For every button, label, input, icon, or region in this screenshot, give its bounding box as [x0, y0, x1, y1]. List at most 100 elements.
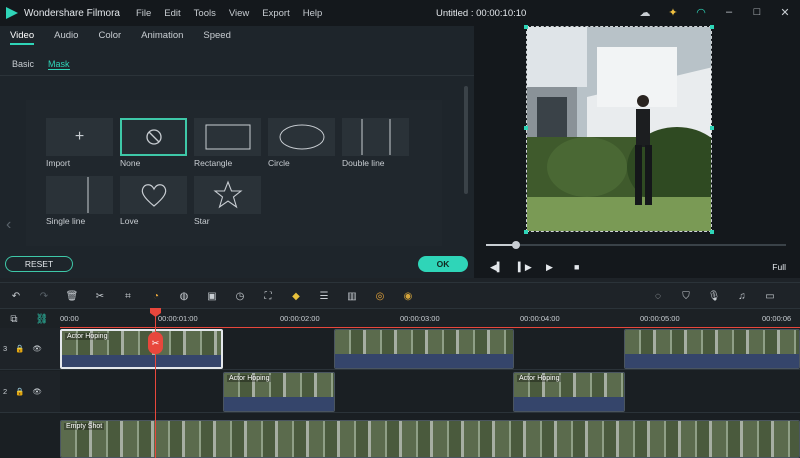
edit-panel: Video Audio Color Animation Speed Basic …	[0, 26, 474, 278]
video-clip[interactable]: Empty Shot	[60, 420, 800, 458]
headset-icon[interactable]: ◠	[694, 5, 708, 19]
green-screen-icon[interactable]: ▣	[206, 290, 218, 302]
mask-label-love: Love	[120, 216, 139, 226]
fit-icon[interactable]: ⛶	[262, 290, 274, 302]
timeline-ruler[interactable]: ⧉ ⛓ 00:00 00:00:01:00 00:00:02:00 00:00:…	[0, 308, 800, 328]
clip-thumbnails	[335, 330, 513, 354]
add-track-icon[interactable]: ⧉	[8, 313, 20, 325]
video-preview[interactable]	[526, 26, 712, 232]
menu-export[interactable]: Export	[262, 8, 289, 19]
preview-progress-bar[interactable]	[486, 241, 786, 249]
mask-none[interactable]	[120, 118, 187, 156]
minimize-icon[interactable]: –	[722, 5, 736, 19]
mask-import[interactable]: +	[46, 118, 113, 156]
mask-rectangle[interactable]	[194, 118, 261, 156]
undo-icon[interactable]: ↶	[10, 290, 22, 302]
eye-icon[interactable]: 👁	[33, 344, 43, 353]
tab-color[interactable]: Color	[98, 30, 121, 45]
reset-button[interactable]: RESET	[5, 256, 73, 272]
video-clip[interactable]: Actor Hoping	[60, 329, 223, 369]
stop-icon[interactable]: ■	[574, 262, 579, 272]
music-list-icon[interactable]: ♫	[736, 290, 748, 302]
subtab-basic[interactable]: Basic	[12, 59, 34, 70]
tick-label: 00:00:04:00	[520, 314, 560, 323]
tab-speed[interactable]: Speed	[203, 30, 230, 45]
stabilize-icon[interactable]: ◉	[402, 290, 414, 302]
maximize-icon[interactable]: □	[750, 5, 764, 19]
resize-handle[interactable]	[524, 25, 528, 29]
delete-icon[interactable]: 🗑	[66, 290, 79, 302]
tab-video[interactable]: Video	[10, 30, 35, 45]
mask-gallery: + Import None Rectangle Circle Double li…	[26, 100, 442, 246]
cloud-icon[interactable]: ☁	[638, 5, 652, 19]
resize-handle[interactable]	[524, 230, 528, 234]
motion-tracking-icon[interactable]: ◎	[374, 290, 386, 302]
menu-help[interactable]: Help	[303, 8, 323, 19]
edit-tabs: Video Audio Color Animation Speed	[10, 30, 231, 45]
app-name: Wondershare Filmora	[24, 7, 120, 19]
clip-bar	[224, 397, 334, 411]
video-clip[interactable]	[334, 329, 514, 369]
panel-scrollbar[interactable]	[464, 86, 468, 194]
clip-label: Actor Hoping	[227, 375, 272, 382]
double-line-icon	[361, 119, 390, 155]
video-clip[interactable]: Actor Hoping	[223, 372, 335, 412]
menu-edit[interactable]: Edit	[164, 8, 180, 19]
menu-file[interactable]: File	[136, 8, 151, 19]
crop-icon[interactable]: ⌗	[122, 290, 134, 302]
timer-icon[interactable]: ◷	[234, 290, 246, 302]
filmora-logo-icon	[6, 7, 18, 19]
tick-label: 00:00:05:00	[640, 314, 680, 323]
chevron-left-icon[interactable]: ‹	[6, 216, 11, 234]
clip-bar	[625, 354, 799, 368]
close-icon[interactable]: ✕	[778, 5, 792, 19]
divider	[0, 75, 474, 76]
progress-knob[interactable]	[512, 241, 520, 249]
lightbulb-icon[interactable]: ✦	[666, 5, 680, 19]
microphone-icon[interactable]: 🎙	[708, 290, 721, 302]
track-lane-2[interactable]	[60, 371, 800, 413]
track-header-2: 2 🔒 👁	[0, 371, 60, 413]
keyframe-icon[interactable]: ◆	[290, 290, 302, 302]
tab-audio[interactable]: Audio	[54, 30, 78, 45]
lock-icon[interactable]: 🔒	[15, 344, 24, 353]
scissors-icon[interactable]: ✂	[148, 332, 163, 354]
frame-back-icon[interactable]: ▍▶	[518, 262, 532, 273]
link-icon[interactable]: ⛓	[36, 313, 49, 325]
mask-single-line[interactable]	[46, 176, 113, 214]
resize-handle[interactable]	[710, 25, 714, 29]
resize-handle[interactable]	[710, 230, 714, 234]
subtab-mask[interactable]: Mask	[48, 59, 70, 70]
zoom-full-select[interactable]: Full	[772, 262, 786, 272]
color-icon[interactable]: ◍	[178, 290, 190, 302]
resize-handle[interactable]	[524, 126, 528, 130]
mask-love[interactable]	[120, 176, 187, 214]
lock-icon[interactable]: 🔒	[15, 387, 24, 396]
render-icon[interactable]: ◌	[652, 290, 664, 302]
mask-circle[interactable]	[268, 118, 335, 156]
play-icon[interactable]: ▶	[546, 262, 553, 273]
subtitle-icon[interactable]: ▭	[764, 290, 776, 302]
mask-star[interactable]	[194, 176, 261, 214]
skip-back-icon[interactable]: ◀▍	[490, 262, 504, 273]
ok-button[interactable]: OK	[418, 256, 468, 272]
video-clip[interactable]	[624, 329, 800, 369]
sub-tabs: Basic Mask	[12, 59, 70, 70]
clip-thumbnails	[625, 330, 799, 354]
cut-icon[interactable]: ✂	[94, 290, 106, 302]
mask-label-none: None	[120, 158, 141, 168]
resize-handle[interactable]	[710, 126, 714, 130]
speed-icon[interactable]: ◔	[150, 290, 162, 302]
redo-icon[interactable]: ↷	[38, 290, 50, 302]
rectangle-icon	[205, 124, 250, 150]
tick-label: 00:00	[60, 314, 79, 323]
eye-icon[interactable]: 👁	[33, 387, 43, 396]
mask-double-line[interactable]	[342, 118, 409, 156]
marker-icon[interactable]: ⛉	[680, 290, 692, 302]
adjust-icon[interactable]: ☰	[318, 290, 330, 302]
audio-wave-icon[interactable]: ▥	[346, 290, 358, 302]
menu-tools[interactable]: Tools	[194, 8, 216, 19]
menu-view[interactable]: View	[229, 8, 249, 19]
video-clip[interactable]: Actor Hoping	[513, 372, 625, 412]
tab-animation[interactable]: Animation	[141, 30, 183, 45]
